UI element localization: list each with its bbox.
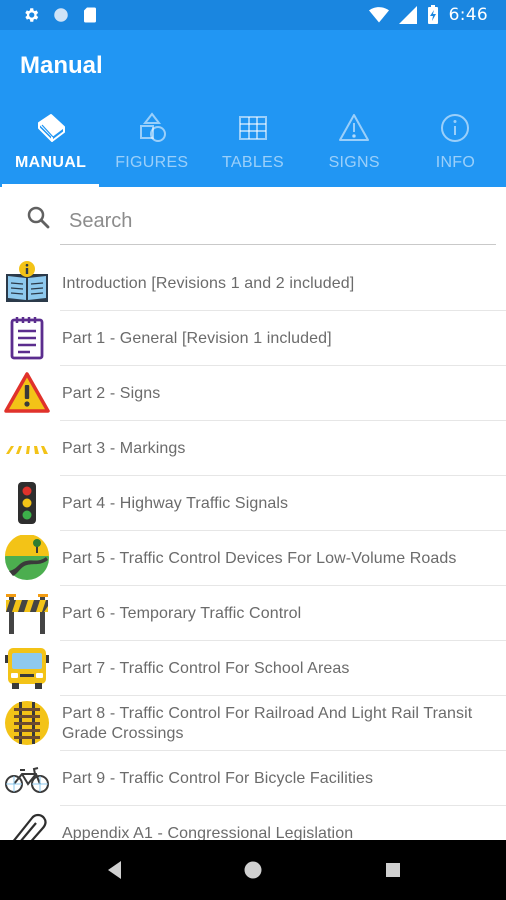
- list-item-part-7[interactable]: Part 7 - Traffic Control For School Area…: [0, 641, 506, 696]
- tab-tables[interactable]: TABLES: [202, 108, 303, 187]
- list-item-label: Part 9 - Traffic Control For Bicycle Fac…: [62, 769, 374, 787]
- tab-label: MANUAL: [15, 154, 87, 171]
- barricade-icon: [6, 594, 48, 634]
- tab-bar: MANUAL FIGURES TABLES SIGNS INFO: [0, 108, 506, 187]
- wifi-icon: [368, 7, 389, 23]
- book-icon: [37, 114, 65, 142]
- list-item-part-6[interactable]: Part 6 - Temporary Traffic Control: [0, 586, 506, 641]
- list-item-label: Part 8 - Traffic Control For Railroad An…: [62, 704, 473, 742]
- page-title: Manual: [20, 52, 103, 79]
- list-item-label: Part 1 - General [Revision 1 included]: [62, 329, 332, 347]
- info-icon: [441, 114, 470, 142]
- chapter-list: Introduction [Revisions 1 and 2 included…: [0, 256, 506, 840]
- list-item-part-5[interactable]: Part 5 - Traffic Control Devices For Low…: [0, 531, 506, 586]
- paperclip-icon: [12, 813, 47, 840]
- list-item-part-2[interactable]: Part 2 - Signs: [0, 366, 506, 421]
- list-item-introduction[interactable]: Introduction [Revisions 1 and 2 included…: [0, 256, 506, 311]
- home-icon[interactable]: [241, 858, 265, 882]
- search-input[interactable]: [60, 199, 496, 245]
- tab-figures[interactable]: FIGURES: [101, 108, 202, 187]
- app-bar: Manual MANUAL FIGURES TABLES SIGNS INFO: [0, 30, 506, 187]
- notepad-icon: [10, 317, 44, 360]
- shapes-icon: [139, 112, 166, 142]
- search-icon: [27, 206, 50, 229]
- settings-icon: [25, 8, 39, 22]
- list-item-label: Part 6 - Temporary Traffic Control: [62, 604, 302, 622]
- warning-icon: [339, 114, 370, 141]
- school-bus-icon: [5, 648, 49, 689]
- tab-label: INFO: [435, 154, 476, 171]
- status-bar: 6:46: [0, 0, 506, 30]
- winding-road-icon: [5, 535, 49, 580]
- tab-label: TABLES: [222, 154, 284, 171]
- circle-icon: [54, 8, 68, 22]
- tab-info[interactable]: INFO: [405, 108, 506, 187]
- tab-signs[interactable]: SIGNS: [304, 108, 405, 187]
- road-markings-icon: [6, 446, 48, 454]
- list-item-part-3[interactable]: Part 3 - Markings: [0, 421, 506, 476]
- list-item-label: Part 7 - Traffic Control For School Area…: [62, 659, 350, 677]
- warning-sign-icon: [4, 372, 50, 413]
- recents-icon[interactable]: [381, 858, 405, 882]
- list-item-part-1[interactable]: Part 1 - General [Revision 1 included]: [0, 311, 506, 366]
- traffic-light-icon: [18, 482, 36, 524]
- tab-label: FIGURES: [115, 154, 189, 171]
- sd-card-icon: [84, 7, 96, 23]
- list-item-part-9[interactable]: Part 9 - Traffic Control For Bicycle Fac…: [0, 751, 506, 806]
- list-item-label: Part 3 - Markings: [62, 439, 186, 457]
- open-book-info-icon: [6, 261, 48, 302]
- railroad-icon: [5, 701, 49, 745]
- list-item-label: Part 5 - Traffic Control Devices For Low…: [62, 549, 457, 567]
- status-time: 6:46: [448, 5, 488, 25]
- tab-label: SIGNS: [328, 154, 380, 171]
- list-item-label: Part 4 - Highway Traffic Signals: [62, 494, 289, 512]
- back-icon[interactable]: [103, 858, 127, 882]
- list-item-label: Introduction [Revisions 1 and 2 included…: [62, 274, 355, 292]
- signal-icon: [398, 6, 417, 24]
- list-item-part-4[interactable]: Part 4 - Highway Traffic Signals: [0, 476, 506, 531]
- search-bar: [0, 187, 506, 253]
- list-item-label: Part 2 - Signs: [62, 384, 161, 402]
- system-nav-bar: [0, 840, 506, 900]
- grid-icon: [239, 116, 267, 140]
- list-item-appendix-a1[interactable]: Appendix A1 - Congressional Legislation: [0, 806, 506, 840]
- battery-icon: [427, 5, 438, 24]
- list-item-part-8[interactable]: Part 8 - Traffic Control For Railroad An…: [0, 696, 506, 751]
- tab-manual[interactable]: MANUAL: [0, 108, 101, 187]
- list-item-label: Appendix A1 - Congressional Legislation: [62, 824, 354, 841]
- bicycle-icon: [5, 767, 49, 793]
